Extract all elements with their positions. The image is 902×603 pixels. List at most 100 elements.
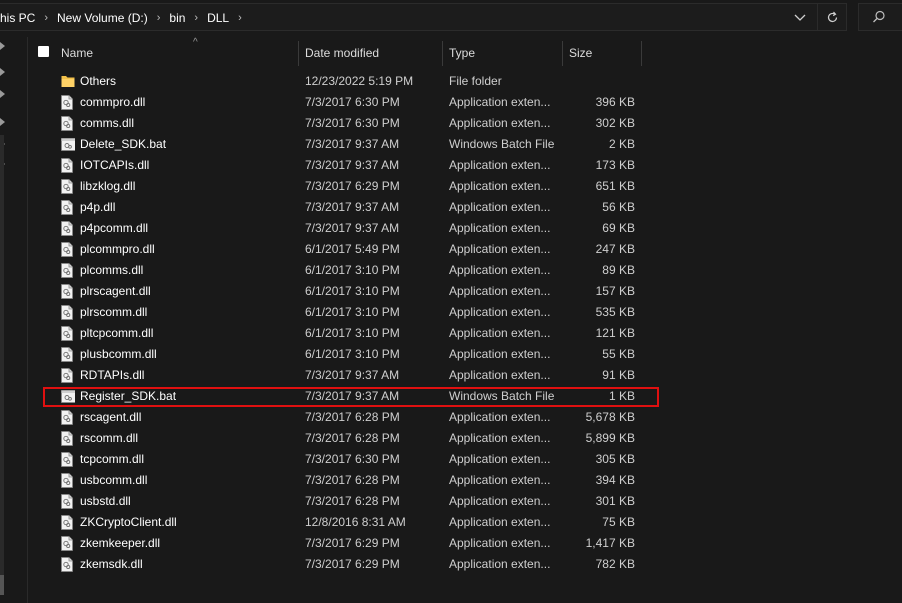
file-row[interactable]: zkemkeeper.dll 7/3/2017 6:29 PM Applicatio… [28, 533, 902, 554]
file-name[interactable]: Delete_SDK.bat [80, 134, 166, 155]
file-name[interactable]: tcpcomm.dll [80, 449, 144, 470]
file-date-modified: 7/3/2017 6:30 PM [305, 95, 400, 109]
file-name[interactable]: Others [80, 71, 116, 92]
file-size: 91 KB [602, 368, 635, 382]
file-name[interactable]: plcommpro.dll [80, 239, 155, 260]
file-name[interactable]: libzklog.dll [80, 176, 135, 197]
file-name[interactable]: RDTAPIs.dll [80, 365, 144, 386]
dll-file-icon [61, 410, 75, 426]
file-type: File folder [449, 74, 502, 88]
file-row[interactable]: Others 12/23/2022 5:19 PM File folder [28, 71, 902, 92]
file-type: Application exten... [449, 536, 551, 550]
breadcrumb-separator-icon[interactable]: › [44, 12, 48, 24]
file-date-modified: 6/1/2017 3:10 PM [305, 326, 400, 340]
file-size: 157 KB [595, 284, 635, 298]
dll-file-icon [61, 326, 75, 342]
expand-arrow-icon[interactable] [0, 118, 6, 126]
column-divider[interactable] [442, 41, 443, 66]
file-name[interactable]: rscagent.dll [80, 407, 141, 428]
expand-arrow-icon[interactable] [0, 42, 6, 50]
file-row[interactable]: tcpcomm.dll 7/3/2017 6:30 PM Application e… [28, 449, 902, 470]
file-name[interactable]: plusbcomm.dll [80, 344, 157, 365]
column-divider[interactable] [562, 41, 563, 66]
file-size: 89 KB [602, 263, 635, 277]
navigation-pane[interactable] [0, 37, 22, 603]
refresh-button[interactable] [817, 4, 846, 30]
file-date-modified: 7/3/2017 9:37 AM [305, 200, 400, 214]
file-row[interactable]: IOTCAPIs.dll 7/3/2017 9:37 AM Application … [28, 155, 902, 176]
file-row[interactable]: RDTAPIs.dll 7/3/2017 9:37 AM Application e… [28, 365, 902, 386]
file-size: 535 KB [595, 305, 635, 319]
file-type: Application exten... [449, 326, 551, 340]
file-date-modified: 7/3/2017 6:28 PM [305, 431, 400, 445]
file-name[interactable]: comms.dll [80, 113, 134, 134]
file-name[interactable]: pltcpcomm.dll [80, 323, 153, 344]
breadcrumb-separator-icon[interactable]: › [194, 12, 198, 24]
dll-file-icon [61, 221, 75, 237]
file-size: 305 KB [595, 452, 635, 466]
file-name[interactable]: zkemsdk.dll [80, 554, 143, 575]
column-divider[interactable] [298, 41, 299, 66]
file-type: Application exten... [449, 305, 551, 319]
file-row[interactable]: plcomms.dll 6/1/2017 3:10 PM Application e… [28, 260, 902, 281]
file-name[interactable]: commpro.dll [80, 92, 145, 113]
breadcrumb-dll[interactable]: DLL [207, 11, 229, 25]
file-size: 247 KB [595, 242, 635, 256]
file-row[interactable]: Delete_SDK.bat 7/3/2017 9:37 AM Windows Ba… [28, 134, 902, 155]
file-name[interactable]: IOTCAPIs.dll [80, 155, 149, 176]
file-name[interactable]: plrscomm.dll [80, 302, 147, 323]
nav-scrollbar[interactable] [0, 135, 4, 595]
breadcrumb-separator-icon[interactable]: › [238, 12, 242, 24]
breadcrumb-new-volume[interactable]: New Volume (D:) [57, 11, 148, 25]
file-name[interactable]: usbstd.dll [80, 491, 131, 512]
expand-arrow-icon[interactable] [0, 68, 6, 76]
file-row[interactable]: zkemsdk.dll 7/3/2017 6:29 PM Application e… [28, 554, 902, 575]
file-explorer-window: his PC › New Volume (D:) › bin › DLL › N… [0, 0, 902, 603]
file-row[interactable]: p4p.dll 7/3/2017 9:37 AM Application exten… [28, 197, 902, 218]
breadcrumb-this-pc[interactable]: his PC [0, 11, 35, 25]
file-name[interactable]: zkemkeeper.dll [80, 533, 160, 554]
file-name[interactable]: p4pcomm.dll [80, 218, 148, 239]
file-row[interactable]: comms.dll 7/3/2017 6:30 PM Application ext… [28, 113, 902, 134]
file-name[interactable]: p4p.dll [80, 197, 115, 218]
file-name[interactable]: ZKCryptoClient.dll [80, 512, 177, 533]
file-row[interactable]: plrscagent.dll 6/1/2017 3:10 PM Applicatio… [28, 281, 902, 302]
address-history-button[interactable] [792, 11, 808, 25]
file-row[interactable]: rscagent.dll 7/3/2017 6:28 PM Application … [28, 407, 902, 428]
file-name[interactable]: plrscagent.dll [80, 281, 151, 302]
file-name[interactable]: rscomm.dll [80, 428, 138, 449]
file-size: 396 KB [595, 95, 635, 109]
file-row[interactable]: plrscomm.dll 6/1/2017 3:10 PM Application … [28, 302, 902, 323]
breadcrumb-bin[interactable]: bin [169, 11, 185, 25]
file-row[interactable]: rscomm.dll 7/3/2017 6:28 PM Application ex… [28, 428, 902, 449]
file-row[interactable]: usbcomm.dll 7/3/2017 6:28 PM Application e… [28, 470, 902, 491]
file-row[interactable]: plcommpro.dll 6/1/2017 5:49 PM Application… [28, 239, 902, 260]
file-row[interactable]: usbstd.dll 7/3/2017 6:28 PM Application ex… [28, 491, 902, 512]
file-size: 75 KB [602, 515, 635, 529]
file-row[interactable]: plusbcomm.dll 6/1/2017 3:10 PM Application… [28, 344, 902, 365]
file-row[interactable]: commpro.dll 7/3/2017 6:30 PM Application e… [28, 92, 902, 113]
select-all-checkbox[interactable] [38, 46, 49, 57]
expand-arrow-icon[interactable] [0, 90, 6, 98]
search-box[interactable] [858, 3, 902, 31]
file-date-modified: 7/3/2017 6:29 PM [305, 536, 400, 550]
column-header-size[interactable]: Size [564, 39, 641, 66]
file-row[interactable]: pltcpcomm.dll 6/1/2017 3:10 PM Application… [28, 323, 902, 344]
file-row[interactable]: ZKCryptoClient.dll 12/8/2016 8:31 AM Appli… [28, 512, 902, 533]
address-bar[interactable]: his PC › New Volume (D:) › bin › DLL › [0, 3, 847, 31]
column-header-name-label: Name [61, 45, 94, 60]
dll-file-icon [61, 179, 75, 195]
breadcrumb-separator-icon[interactable]: › [157, 12, 161, 24]
file-size: 302 KB [595, 116, 635, 130]
column-header-type[interactable]: Type [444, 39, 562, 66]
column-divider[interactable] [641, 41, 642, 66]
column-header-name[interactable]: Name ^ [56, 37, 298, 66]
nav-scrollbar-thumb[interactable] [0, 575, 4, 595]
column-header-size-label: Size [569, 45, 593, 60]
file-date-modified: 12/23/2022 5:19 PM [305, 74, 414, 88]
file-name[interactable]: usbcomm.dll [80, 470, 147, 491]
file-row[interactable]: p4pcomm.dll 7/3/2017 9:37 AM Application e… [28, 218, 902, 239]
column-header-date[interactable]: Date modified [300, 39, 442, 66]
file-row[interactable]: libzklog.dll 7/3/2017 6:29 PM Application … [28, 176, 902, 197]
file-name[interactable]: plcomms.dll [80, 260, 143, 281]
